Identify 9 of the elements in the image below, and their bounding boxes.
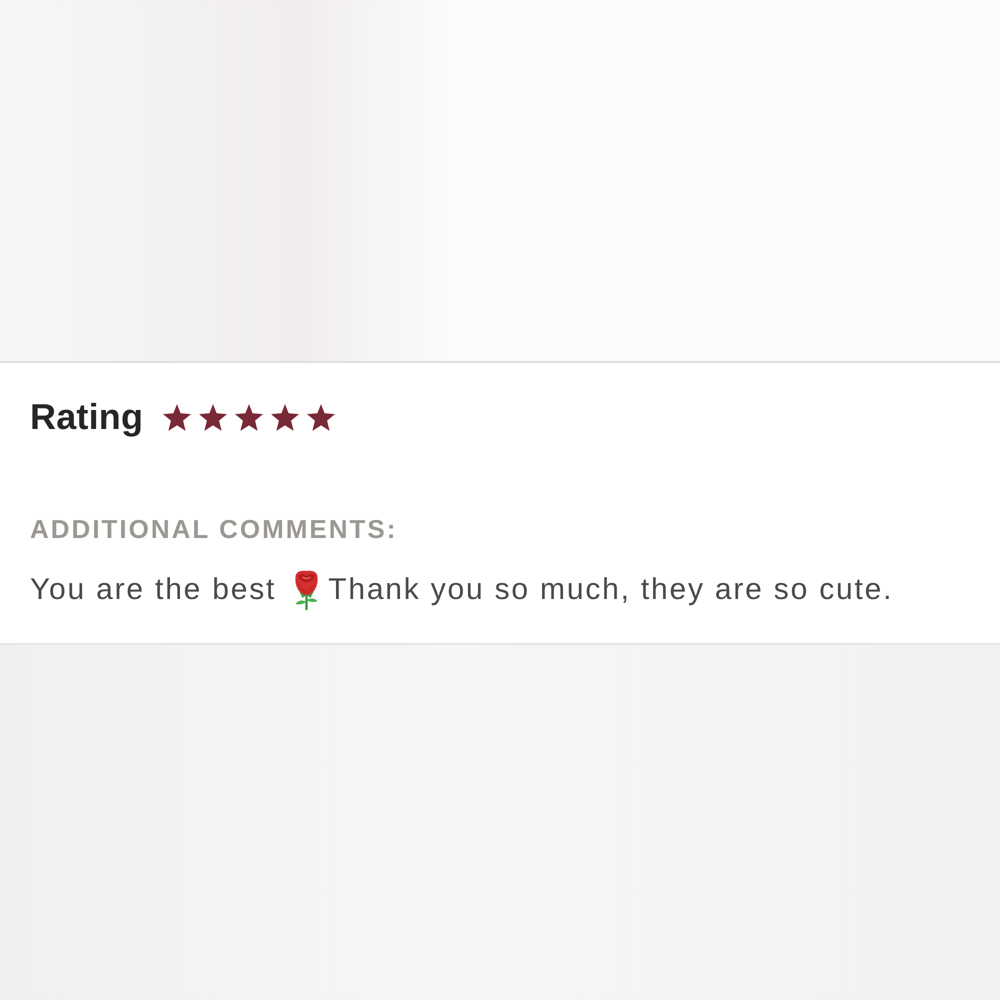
star-icon bbox=[199, 404, 228, 430]
comment-text: You are the best bbox=[30, 572, 276, 608]
star-icon bbox=[235, 404, 264, 430]
comments-label: ADDITIONAL COMMENTS: bbox=[30, 514, 398, 544]
star-icon bbox=[307, 404, 336, 430]
comment-text: Thank you so much, they are so cute. bbox=[328, 572, 894, 608]
star-icon bbox=[163, 404, 192, 430]
rating-label: Rating bbox=[30, 395, 144, 439]
star-icon bbox=[271, 404, 300, 430]
